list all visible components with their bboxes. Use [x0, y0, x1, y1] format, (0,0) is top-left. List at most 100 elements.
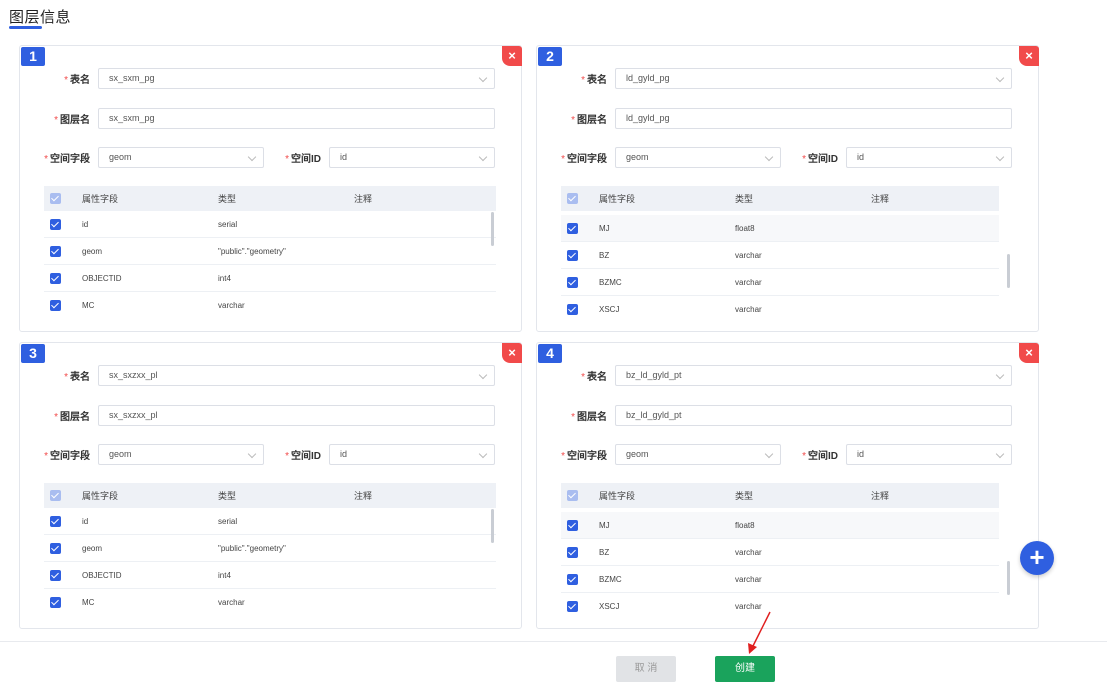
table-row: MC varchar [44, 589, 496, 616]
spatial-id-select[interactable]: id [329, 147, 495, 168]
table-name-select[interactable]: sx_sxm_pg [98, 68, 495, 89]
table-name-select[interactable]: bz_ld_gyld_pt [615, 365, 1012, 386]
row-checkbox[interactable] [50, 245, 61, 257]
layer-card-4: 4 × * 表名 bz_ld_gyld_pt * 图层名 bz_ld_gyld_pt… [536, 342, 1039, 629]
table-scrollbar[interactable] [491, 509, 494, 543]
table-row: BZMC varchar [561, 566, 999, 593]
layer-name-input[interactable]: bz_ld_gyld_pt [615, 405, 1012, 426]
table-row: BZMC varchar [561, 269, 999, 296]
table-row: geom "public"."geometry" [44, 238, 496, 265]
chevron-down-icon [478, 152, 488, 162]
close-icon[interactable]: × [1019, 343, 1039, 363]
layer-name-label: 图层名 [577, 412, 607, 423]
card-number-badge: 1 [21, 47, 45, 66]
spatial-id-select[interactable]: id [846, 444, 1012, 465]
attribute-table: 属性字段 类型 注释 MJ float8 BZ varchar BZMC varcha… [561, 483, 999, 620]
row-checkbox[interactable] [567, 601, 578, 612]
row-checkbox[interactable] [50, 569, 61, 581]
spatial-id-select[interactable]: id [329, 444, 495, 465]
table-row: id serial [44, 211, 496, 238]
chevron-down-icon [478, 73, 488, 83]
table-row: OBJECTID int4 [44, 265, 496, 292]
row-checkbox[interactable] [567, 546, 578, 558]
row-checkbox[interactable] [567, 222, 578, 234]
table-name-label: 表名 [587, 372, 607, 383]
table-scrollbar[interactable] [491, 212, 494, 246]
row-checkbox[interactable] [50, 597, 61, 608]
chevron-down-icon [995, 73, 1005, 83]
row-checkbox[interactable] [50, 515, 61, 527]
select-all-checkbox[interactable] [567, 490, 578, 501]
table-scrollbar[interactable] [1007, 561, 1010, 595]
spatial-field-select[interactable]: geom [615, 444, 781, 465]
chevron-down-icon [995, 152, 1005, 162]
row-checkbox[interactable] [567, 249, 578, 261]
row-checkbox[interactable] [50, 542, 61, 554]
select-all-checkbox[interactable] [50, 490, 61, 501]
close-icon[interactable]: × [1019, 46, 1039, 66]
table-row: BZ varchar [561, 242, 999, 269]
chevron-down-icon [478, 449, 488, 459]
cancel-button[interactable]: 取 消 [616, 656, 676, 682]
chevron-down-icon [764, 449, 774, 459]
spatial-field-label: 空间字段 [567, 451, 607, 462]
layer-name-label: 图层名 [60, 412, 90, 423]
row-checkbox[interactable] [50, 272, 61, 284]
chevron-down-icon [995, 370, 1005, 380]
row-checkbox[interactable] [567, 304, 578, 315]
add-layer-button[interactable]: + [1020, 541, 1054, 575]
create-button[interactable]: 创建 [715, 656, 775, 682]
row-checkbox[interactable] [50, 218, 61, 230]
row-checkbox[interactable] [567, 573, 578, 585]
attribute-table: 属性字段 类型 注释 id serial geom "public"."geomet… [44, 186, 496, 319]
spatial-field-select[interactable]: geom [615, 147, 781, 168]
chevron-down-icon [995, 449, 1005, 459]
close-icon[interactable]: × [502, 343, 522, 363]
table-header: 属性字段 类型 注释 [44, 186, 496, 211]
chevron-down-icon [764, 152, 774, 162]
table-name-label: 表名 [587, 75, 607, 86]
layer-card-3: 3 × * 表名 sx_sxzxx_pl * 图层名 sx_sxzxx_pl * 空间… [19, 342, 522, 629]
table-row: XSCJ varchar [561, 296, 999, 323]
section-title-underline [9, 26, 42, 29]
table-name-select[interactable]: ld_gyld_pg [615, 68, 1012, 89]
row-checkbox[interactable] [567, 276, 578, 288]
table-name-select[interactable]: sx_sxzxx_pl [98, 365, 495, 386]
plus-icon: + [1029, 542, 1045, 572]
table-row: id serial [44, 508, 496, 535]
spatial-id-label: 空间ID [808, 154, 838, 165]
chevron-down-icon [247, 449, 257, 459]
spatial-id-label: 空间ID [291, 154, 321, 165]
card-number-badge: 2 [538, 47, 562, 66]
spatial-field-select[interactable]: geom [98, 147, 264, 168]
spatial-field-label: 空间字段 [50, 154, 90, 165]
spatial-field-select[interactable]: geom [98, 444, 264, 465]
layer-card-2: 2 × * 表名 ld_gyld_pg * 图层名 ld_gyld_pg * 空间字段… [536, 45, 1039, 332]
select-all-checkbox[interactable] [50, 193, 61, 204]
table-scrollbar[interactable] [1007, 254, 1010, 288]
layer-name-label: 图层名 [577, 115, 607, 126]
table-row: MJ float8 [561, 215, 999, 242]
select-all-checkbox[interactable] [567, 193, 578, 204]
table-header: 属性字段 类型 注释 [44, 483, 496, 508]
spatial-id-select[interactable]: id [846, 147, 1012, 168]
layer-card-1: 1 × * 表名 sx_sxm_pg * 图层名 sx_sxm_pg * 空间字段 g… [19, 45, 522, 332]
table-row: MJ float8 [561, 512, 999, 539]
chevron-down-icon [247, 152, 257, 162]
layer-name-input[interactable]: sx_sxm_pg [98, 108, 495, 129]
spatial-id-label: 空间ID [291, 451, 321, 462]
row-checkbox[interactable] [567, 519, 578, 531]
layer-name-input[interactable]: sx_sxzxx_pl [98, 405, 495, 426]
close-icon[interactable]: × [502, 46, 522, 66]
spatial-field-label: 空间字段 [50, 451, 90, 462]
card-number-badge: 3 [21, 344, 45, 363]
table-header: 属性字段 类型 注释 [561, 483, 999, 508]
attribute-table: 属性字段 类型 注释 MJ float8 BZ varchar BZMC varcha… [561, 186, 999, 323]
table-row: OBJECTID int4 [44, 562, 496, 589]
footer-divider [0, 641, 1107, 642]
table-header: 属性字段 类型 注释 [561, 186, 999, 211]
row-checkbox[interactable] [50, 300, 61, 311]
layer-name-input[interactable]: ld_gyld_pg [615, 108, 1012, 129]
table-row: MC varchar [44, 292, 496, 319]
table-row: BZ varchar [561, 539, 999, 566]
